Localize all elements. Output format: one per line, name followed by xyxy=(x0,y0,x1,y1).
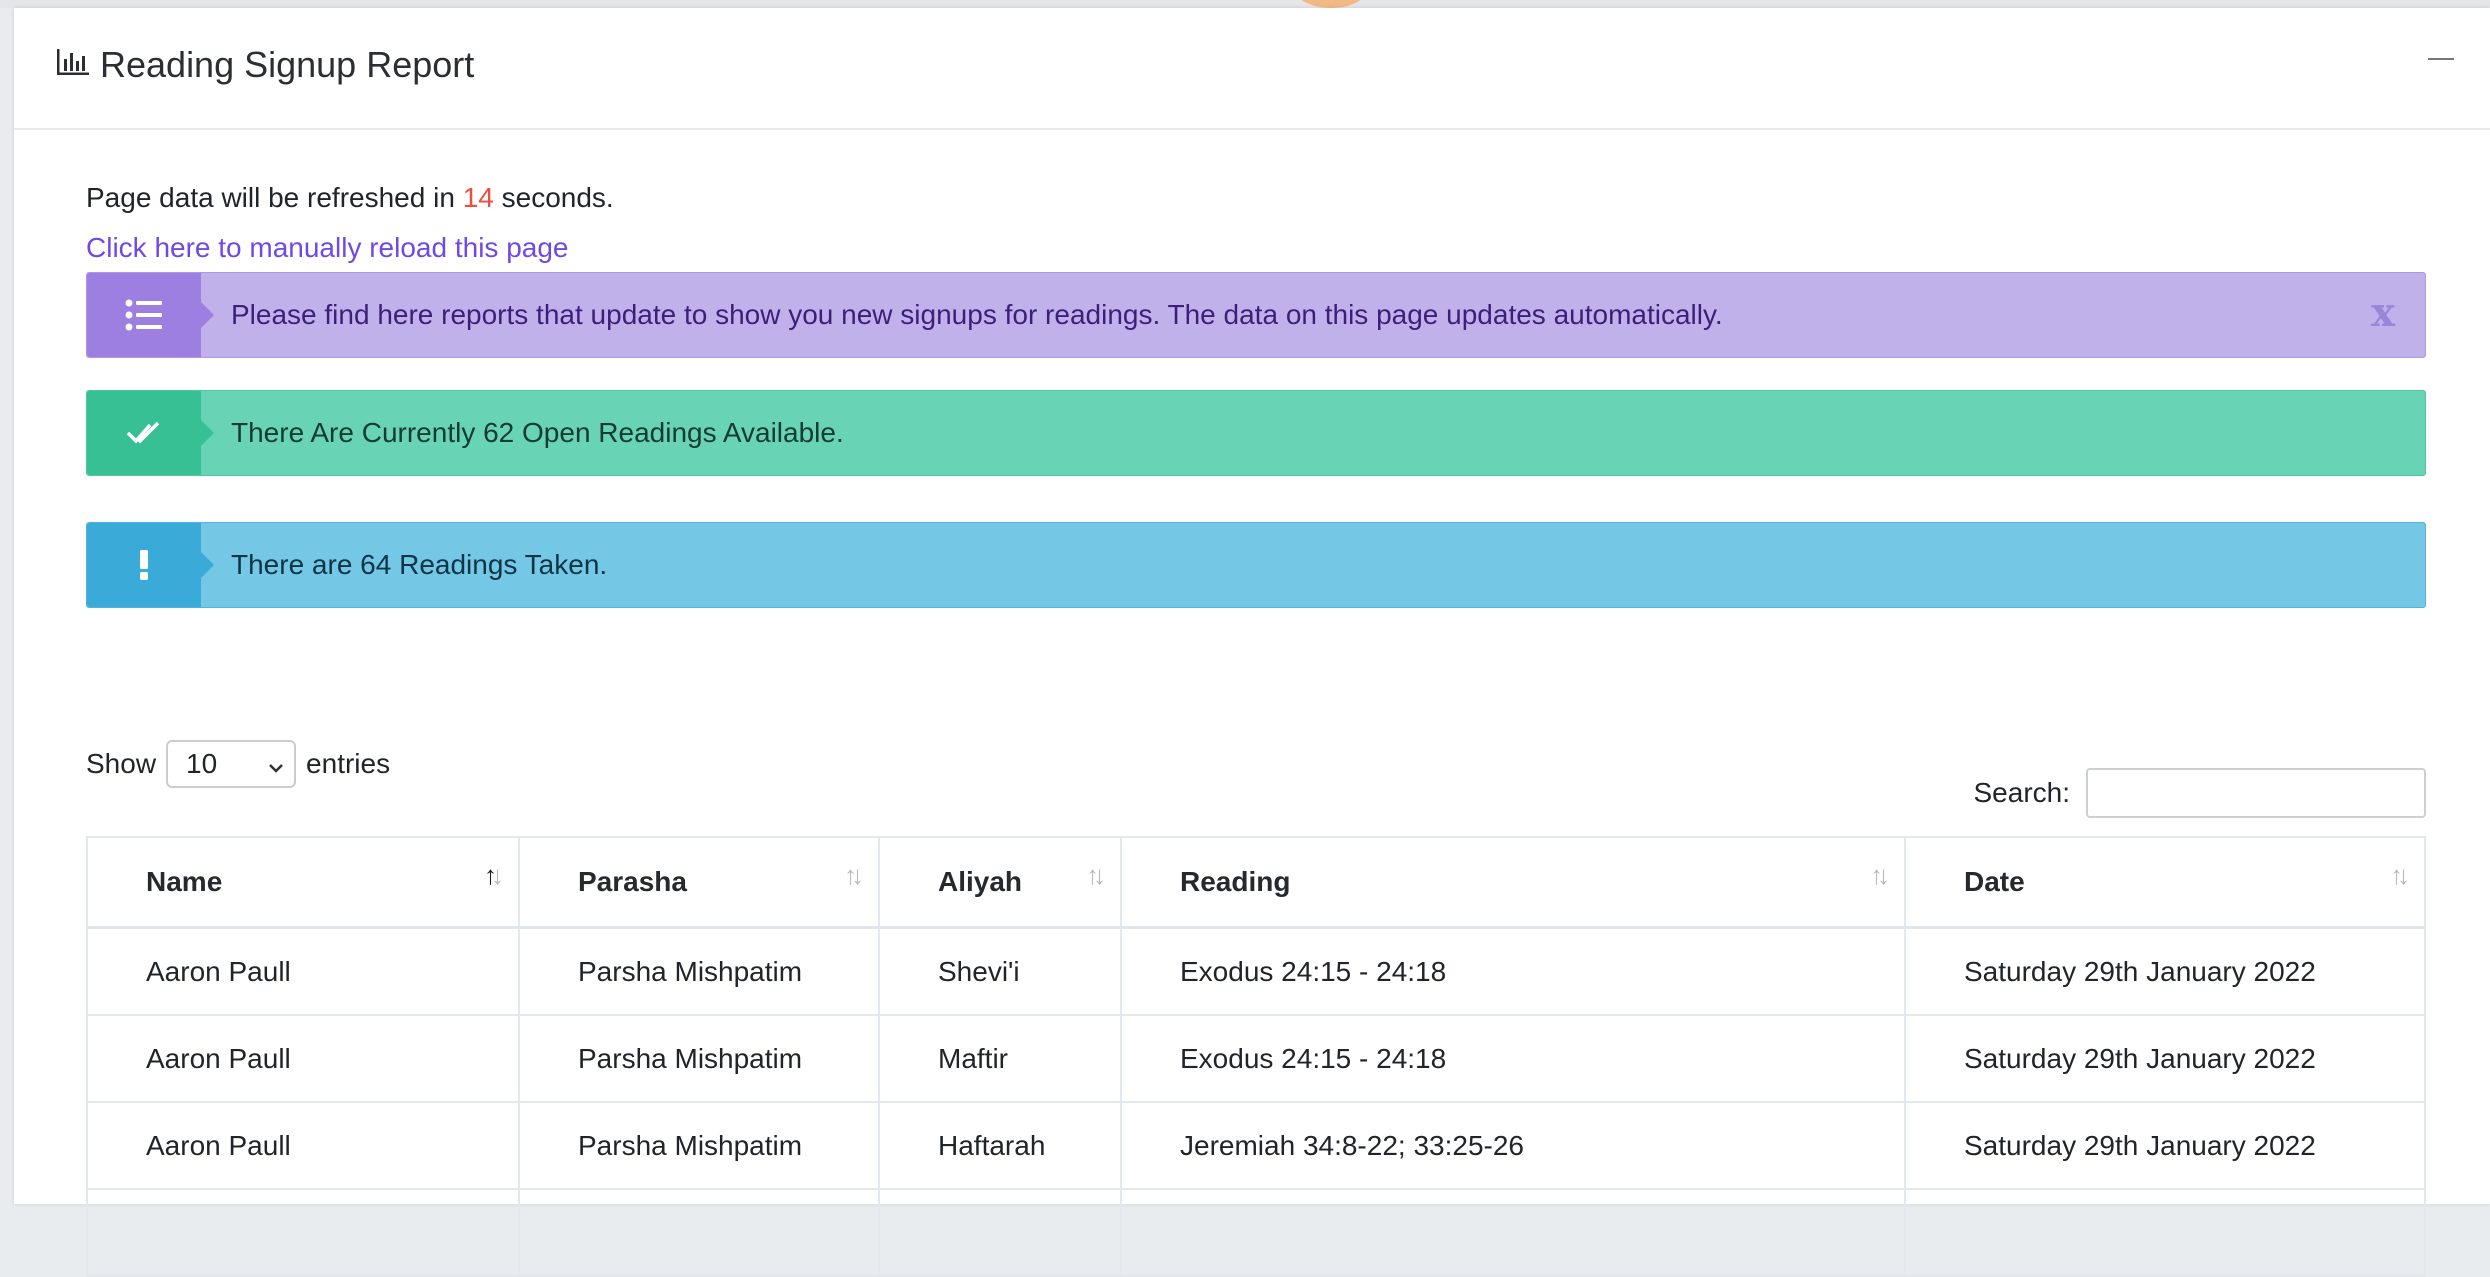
cell-aliyah: Maftir xyxy=(878,1014,1122,1103)
exclamation-icon xyxy=(87,523,214,607)
table-row: Aaron Paull Parsha Mishpatim Haftarah Je… xyxy=(86,1101,2426,1190)
chevron-down-icon xyxy=(268,748,284,780)
cell-aliyah: Haftarah xyxy=(878,1101,1122,1190)
column-header-date[interactable]: Date ↑↓ xyxy=(1904,836,2426,929)
reload-page-link[interactable]: Click here to manually reload this page xyxy=(86,232,568,264)
info-alert-text: Please find here reports that update to … xyxy=(231,299,1723,330)
bar-chart-icon xyxy=(56,44,100,86)
open-readings-text: There Are Currently 62 Open Readings Ava… xyxy=(231,417,844,448)
open-readings-alert: There Are Currently 62 Open Readings Ava… xyxy=(86,390,2426,476)
table-header-row: Name ↑↓ Parasha ↑↓ Aliyah ↑↓ Reading ↑↓ xyxy=(86,836,2426,929)
column-header-name[interactable]: Name ↑↓ xyxy=(86,836,520,929)
taken-readings-alert: There are 64 Readings Taken. xyxy=(86,522,2426,608)
panel-title: Reading Signup Report xyxy=(56,44,474,86)
panel-header: Reading Signup Report xyxy=(14,8,2490,130)
cell-name: Aaron Paull xyxy=(86,1014,520,1103)
dismiss-alert-button[interactable]: x xyxy=(2371,289,2395,336)
minimize-icon[interactable] xyxy=(2428,58,2454,60)
sort-icon: ↑↓ xyxy=(1086,860,1106,890)
entries-label: entries xyxy=(306,748,391,779)
taken-readings-text: There are 64 Readings Taken. xyxy=(231,549,608,580)
page-length-value: 10 xyxy=(186,748,218,779)
signups-table: Name ↑↓ Parasha ↑↓ Aliyah ↑↓ Reading ↑↓ xyxy=(86,836,2426,1277)
panel-title-text: Reading Signup Report xyxy=(100,44,475,85)
search-label: Search: xyxy=(1973,777,2071,808)
table-row: Aaron Paull Parsha Mishpatim Shevi'i Exo… xyxy=(86,926,2426,1016)
cell-aliyah: Shevi'i xyxy=(878,926,1122,1016)
refresh-notice: Page data will be refreshed in 14 second… xyxy=(86,182,614,214)
page-length-select[interactable]: 10 xyxy=(166,740,297,788)
table-search: Search: xyxy=(1973,768,2426,818)
sort-icon: ↑↓ xyxy=(1870,860,1890,890)
refresh-prefix: Page data will be refreshed in xyxy=(86,182,455,213)
cell-reading: Exodus 24:15 - 24:18 xyxy=(1120,1014,1906,1103)
refresh-countdown: 14 xyxy=(462,182,494,213)
sort-icon: ↑↓ xyxy=(844,860,864,890)
cell-date: Saturday 29th January 2022 xyxy=(1904,1101,2426,1190)
sort-icon: ↑↓ xyxy=(2390,860,2410,890)
column-header-parasha[interactable]: Parasha ↑↓ xyxy=(518,836,880,929)
browser-top-strip xyxy=(0,0,2490,8)
cell-date: Saturday 29th January 2022 xyxy=(1904,926,2426,1016)
list-icon xyxy=(87,273,214,357)
page-length-control: Show 10 entries xyxy=(86,740,390,788)
show-label: Show xyxy=(86,748,157,779)
sort-asc-icon: ↑↓ xyxy=(484,860,504,890)
cell-reading: Jeremiah 34:8-22; 33:25-26 xyxy=(1120,1101,1906,1190)
refresh-suffix: seconds. xyxy=(501,182,614,213)
search-input[interactable] xyxy=(2086,768,2426,818)
cell-name: Aaron Paull xyxy=(86,926,520,1016)
cell-date: Saturday 29th January 2022 xyxy=(1904,1014,2426,1103)
column-header-reading[interactable]: Reading ↑↓ xyxy=(1120,836,1906,929)
table-row xyxy=(86,1188,2426,1277)
cell-parasha: Parsha Mishpatim xyxy=(518,1014,880,1103)
cell-parasha: Parsha Mishpatim xyxy=(518,1101,880,1190)
cell-parasha: Parsha Mishpatim xyxy=(518,926,880,1016)
cell-reading: Exodus 24:15 - 24:18 xyxy=(1120,926,1906,1016)
double-check-icon xyxy=(87,391,214,475)
info-alert: Please find here reports that update to … xyxy=(86,272,2426,358)
table-row: Aaron Paull Parsha Mishpatim Maftir Exod… xyxy=(86,1014,2426,1103)
report-panel: Reading Signup Report Page data will be … xyxy=(14,8,2490,1277)
column-header-aliyah[interactable]: Aliyah ↑↓ xyxy=(878,836,1122,929)
cell-name: Aaron Paull xyxy=(86,1101,520,1190)
